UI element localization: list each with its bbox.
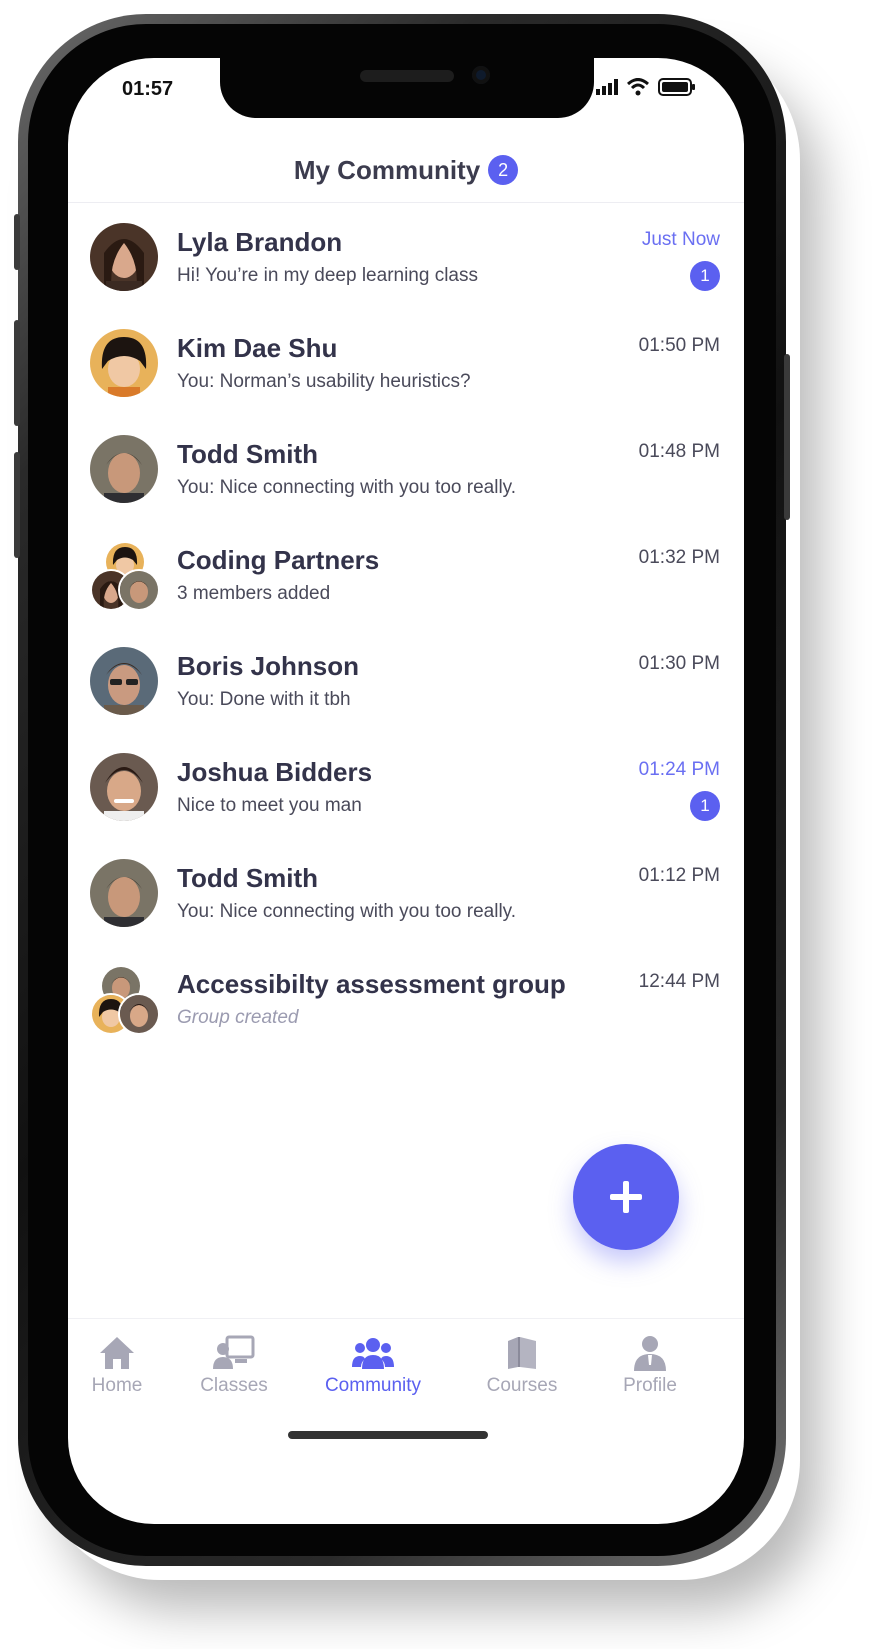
unread-badge: 1 (690, 261, 720, 291)
message-time: Just Now (641, 229, 720, 250)
message-preview: 3 members added (177, 583, 331, 604)
power-button (784, 354, 790, 520)
speaker (360, 70, 454, 82)
courses-icon (508, 1337, 536, 1369)
app-screen: 01:57 My Community 2 Lyla Brandon Hi! Yo… (68, 58, 744, 1524)
tab-courses[interactable]: Courses (462, 1335, 582, 1397)
unread-count-badge: 2 (488, 155, 519, 185)
message-preview: Hi! You’re in my deep learning class (177, 265, 479, 286)
conversation-row[interactable]: Boris Johnson You: Done with it tbh 01:3… (68, 647, 744, 753)
profile-icon (634, 1336, 666, 1371)
avatar (90, 753, 158, 821)
message-time: 01:48 PM (638, 441, 720, 462)
message-time: 01:30 PM (638, 653, 720, 674)
message-preview: You: Norman’s usability heuristics? (177, 371, 471, 392)
conversation-row[interactable]: Coding Partners 3 members added 01:32 PM (68, 541, 744, 647)
contact-name: Boris Johnson (177, 651, 360, 681)
message-time: 01:50 PM (638, 335, 720, 356)
message-preview: Group created (177, 1007, 299, 1028)
home-icon (100, 1337, 134, 1369)
contact-name: Todd Smith (177, 439, 319, 469)
unread-badge: 1 (690, 791, 720, 821)
wifi-icon (626, 78, 650, 96)
community-icon (352, 1338, 394, 1369)
avatar (90, 329, 158, 397)
message-time: 01:24 PM (638, 759, 720, 780)
contact-name: Kim Dae Shu (177, 333, 338, 363)
group-name: Accessibilty assessment group (177, 969, 566, 999)
tab-label: Profile (623, 1375, 677, 1396)
status-icons (596, 78, 696, 96)
group-member-avatar (118, 993, 160, 1035)
conversation-row[interactable]: Lyla Brandon Hi! You’re in my deep learn… (68, 223, 744, 329)
tab-label: Classes (200, 1375, 268, 1396)
avatar (90, 435, 158, 503)
contact-name: Lyla Brandon (177, 227, 343, 257)
contact-name: Joshua Bidders (177, 757, 373, 787)
status-time: 01:57 (122, 78, 174, 100)
front-camera (472, 66, 490, 84)
phone-mockup: 01:57 My Community 2 Lyla Brandon Hi! Yo… (0, 0, 872, 1649)
conversation-row[interactable]: Todd Smith You: Nice connecting with you… (68, 859, 744, 965)
tab-home[interactable]: Home (68, 1335, 177, 1397)
tab-label: Home (91, 1375, 143, 1396)
group-avatar (90, 965, 160, 1035)
mute-switch (14, 214, 20, 270)
message-time: 01:12 PM (638, 865, 720, 886)
message-preview: Nice to meet you man (177, 795, 362, 816)
message-preview: You: Nice connecting with you too really… (177, 477, 517, 498)
new-conversation-button[interactable] (573, 1144, 679, 1250)
home-indicator[interactable] (288, 1431, 488, 1439)
avatar (90, 859, 158, 927)
group-avatar (90, 541, 160, 611)
page-title: My Community (293, 154, 481, 185)
classes-icon (213, 1335, 255, 1369)
message-time: 12:44 PM (638, 971, 720, 992)
contact-name: Todd Smith (177, 863, 319, 893)
group-member-avatar (118, 569, 160, 611)
message-time: 01:32 PM (638, 547, 720, 568)
tab-label: Community (324, 1375, 422, 1396)
conversation-row[interactable]: Joshua Bidders Nice to meet you man 01:2… (68, 753, 744, 859)
tab-classes[interactable]: Classes (174, 1335, 294, 1397)
volume-up-button (14, 320, 20, 426)
conversation-row[interactable]: Todd Smith You: Nice connecting with you… (68, 435, 744, 541)
group-name: Coding Partners (177, 545, 380, 575)
notch (220, 58, 594, 118)
bottom-tab-bar: Home Classes Community Courses Profile (68, 1318, 744, 1449)
screen-header: My Community 2 (68, 138, 744, 203)
conversation-list: Lyla Brandon Hi! You’re in my deep learn… (68, 223, 744, 1071)
signal-icon (596, 79, 618, 95)
battery-icon (658, 78, 695, 96)
conversation-row[interactable]: Kim Dae Shu You: Norman’s usability heur… (68, 329, 744, 435)
message-preview: You: Nice connecting with you too really… (177, 901, 517, 922)
tab-community[interactable]: Community (313, 1335, 433, 1397)
volume-down-button (14, 452, 20, 558)
avatar (90, 647, 158, 715)
conversation-row[interactable]: Accessibilty assessment group Group crea… (68, 965, 744, 1071)
avatar (90, 223, 158, 291)
plus-icon (610, 1181, 642, 1213)
tab-profile[interactable]: Profile (590, 1335, 710, 1397)
tab-label: Courses (486, 1375, 558, 1396)
message-preview: You: Done with it tbh (177, 689, 351, 710)
